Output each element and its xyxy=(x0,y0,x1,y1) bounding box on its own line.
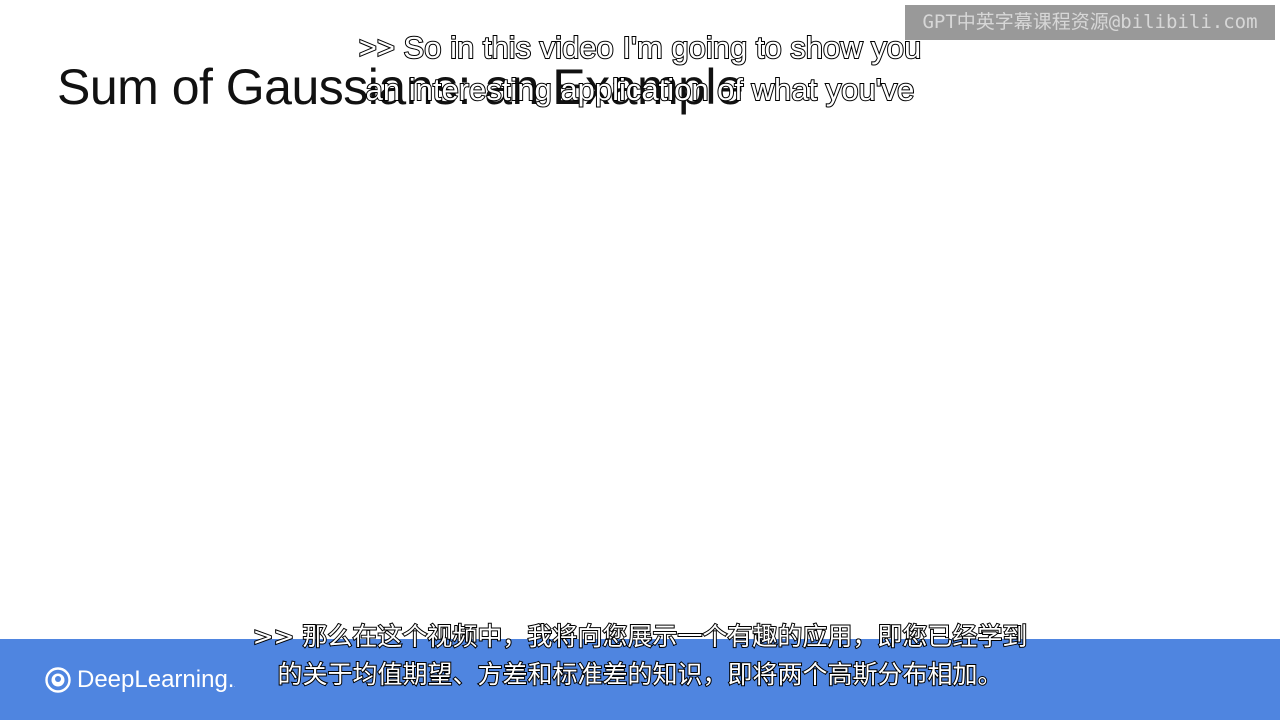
chinese-subtitle: >> 那么在这个视频中，我将向您展示一个有趣的应用，即您已经学到 的关于均值期望… xyxy=(190,618,1090,694)
deeplearning-logo-icon xyxy=(45,667,71,693)
slide: Sum of Gaussians: an Example >> So in th… xyxy=(0,0,1280,720)
english-subtitle-line-2: an interesting application of what you'v… xyxy=(365,71,916,108)
watermark: GPT中英字幕课程资源@bilibili.com xyxy=(905,5,1275,40)
chinese-subtitle-line-2: 的关于均值期望、方差和标准差的知识，即将两个高斯分布相加。 xyxy=(276,659,1003,690)
chinese-subtitle-line-1: >> 那么在这个视频中，我将向您展示一个有趣的应用，即您已经学到 xyxy=(252,621,1029,652)
